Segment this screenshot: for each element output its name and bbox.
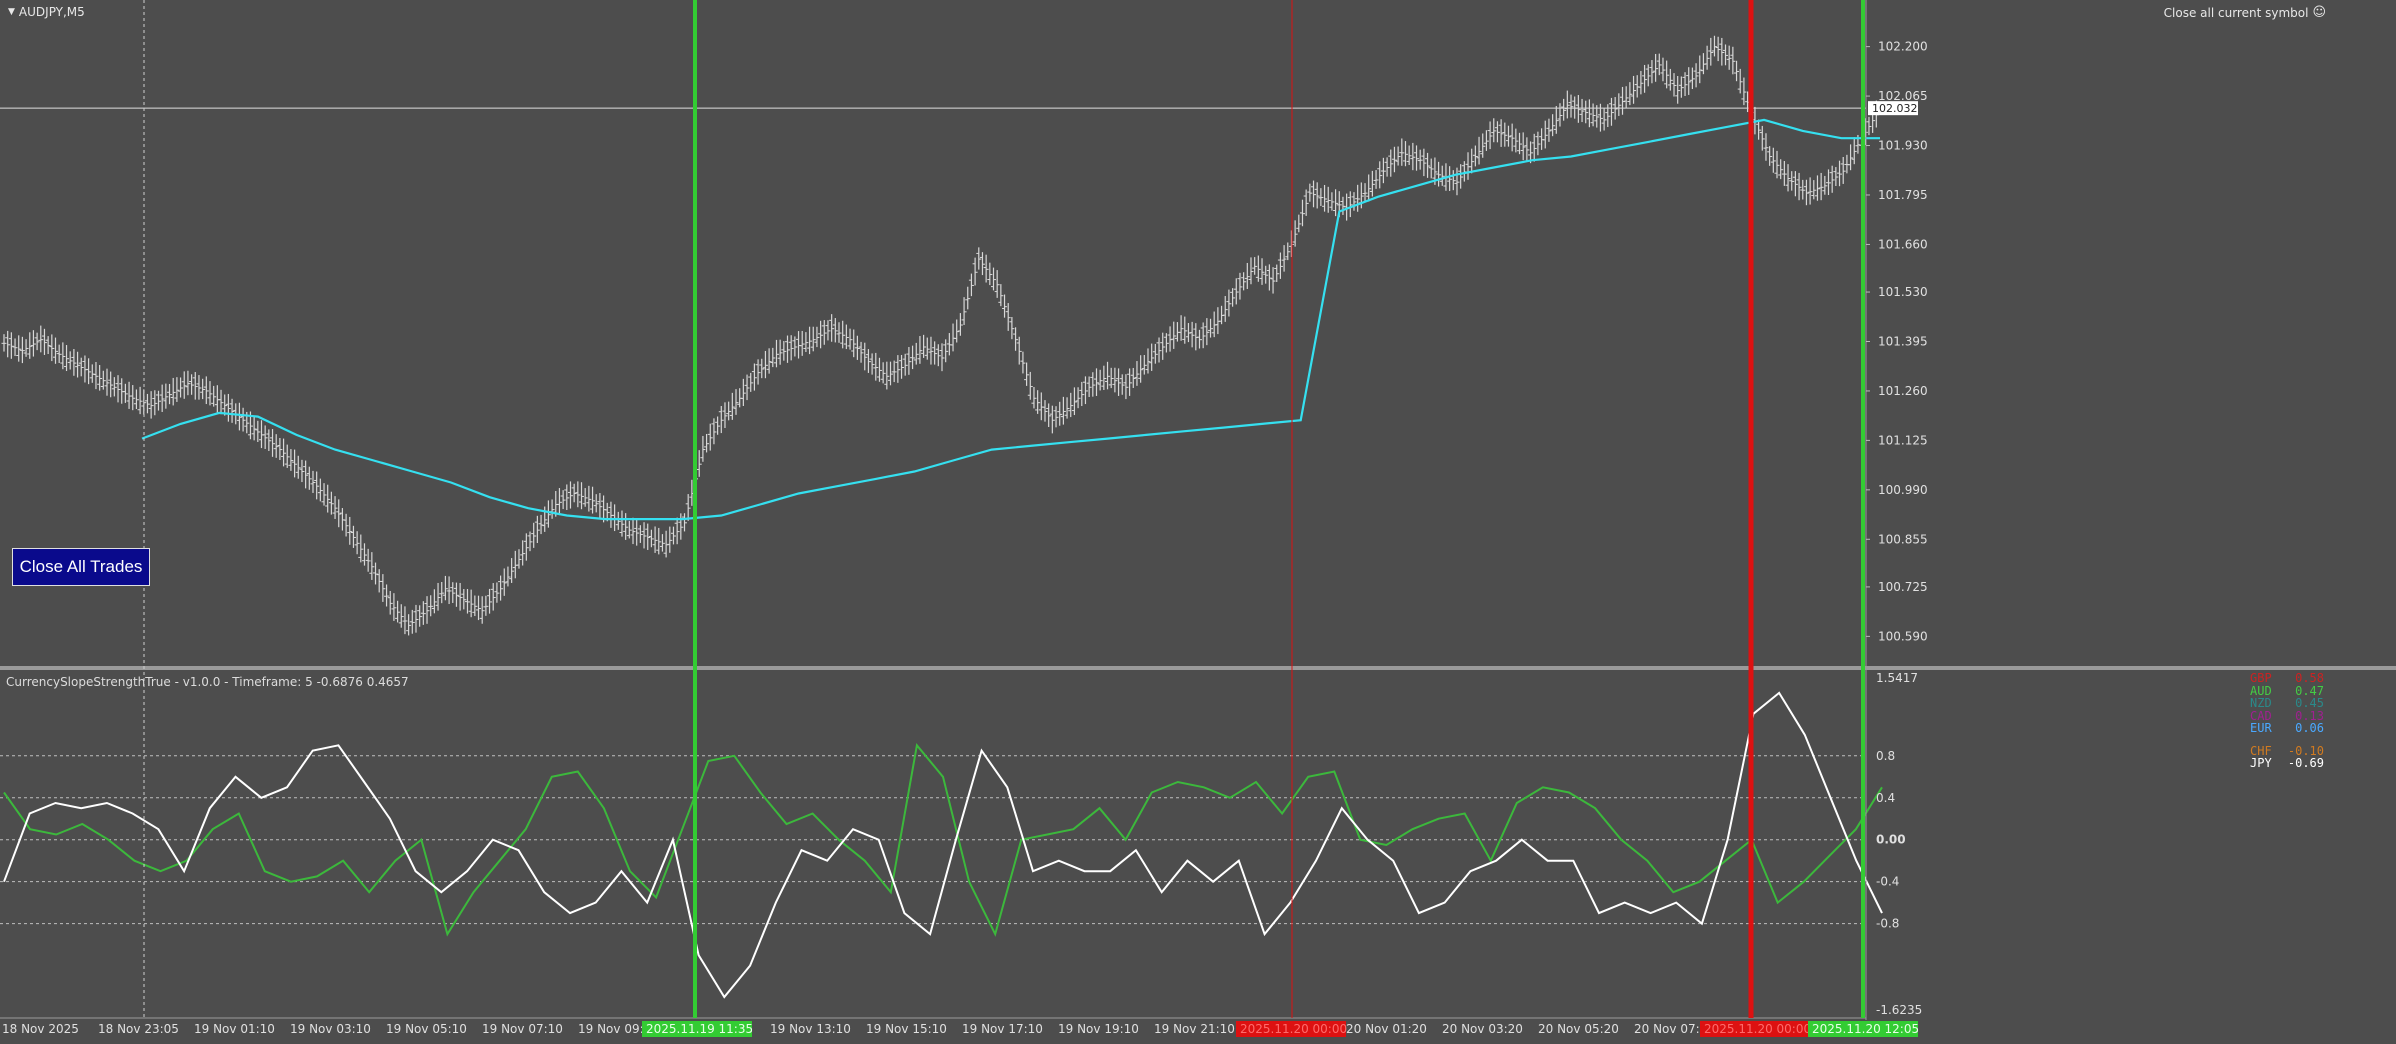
indicator-tick-label: 0.4 — [1876, 791, 1895, 805]
time-highlight-label: 2025.11.20 00:00 — [1704, 1022, 1811, 1036]
indicator-tick-label: -1.6235 — [1876, 1003, 1922, 1017]
time-highlight-label: 2025.11.20 12:05 — [1812, 1022, 1919, 1036]
price-tick-label: 101.125 — [1878, 433, 1928, 447]
legend-value: 0.58 — [2295, 671, 2324, 685]
chart-background — [0, 0, 2396, 1041]
time-tick-label: 19 Nov 05:10 — [386, 1022, 467, 1036]
price-tick-label: 101.795 — [1878, 188, 1928, 202]
time-tick-label: 20 Nov 01:20 — [1346, 1022, 1427, 1036]
legend-currency: GBP — [2250, 671, 2272, 685]
price-tick-label: 101.660 — [1878, 237, 1928, 251]
time-tick-label: 18 Nov 23:05 — [98, 1022, 179, 1036]
panel-separator — [0, 666, 2396, 670]
legend-currency: NZD — [2250, 696, 2272, 710]
price-tick-label: 101.930 — [1878, 139, 1928, 153]
legend-row-jpy: JPY -0.69 — [2250, 757, 2324, 770]
price-tick-label: 101.530 — [1878, 285, 1928, 299]
indicator-tick-label: 1.5417 — [1876, 671, 1918, 685]
symbol-title: ▼ AUDJPY,M5 — [8, 5, 85, 19]
close-all-trades-button[interactable]: Close All Trades — [12, 548, 150, 586]
price-tick-label: 100.590 — [1878, 629, 1928, 643]
indicator-tick-label: -0.8 — [1876, 917, 1899, 931]
indicator-tick-label: -0.4 — [1876, 875, 1899, 889]
time-highlight-label: 2025.11.20 00:00 — [1240, 1022, 1347, 1036]
time-tick-label: 19 Nov 21:10 — [1154, 1022, 1235, 1036]
legend-currency: EUR — [2250, 721, 2272, 735]
time-tick-label: 19 Nov 19:10 — [1058, 1022, 1139, 1036]
time-tick-label: 20 Nov 07: — [1634, 1022, 1700, 1036]
time-tick-label: 19 Nov 01:10 — [194, 1022, 275, 1036]
legend-value: 0.06 — [2295, 721, 2324, 735]
close-current-symbol[interactable]: Close all current symbol ☺ — [2164, 5, 2326, 20]
time-tick-label: 20 Nov 05:20 — [1538, 1022, 1619, 1036]
symbol-label: AUDJPY,M5 — [18, 5, 85, 19]
price-tick-label: 102.200 — [1878, 40, 1928, 54]
time-tick-label: 18 Nov 2025 — [2, 1022, 79, 1036]
chart-window[interactable]: 102.200 102.065 101.930 101.795 101.660 101.5… — [0, 0, 2396, 1041]
indicator-title: CurrencySlopeStrengthTrue - v1.0.0 - Tim… — [6, 675, 409, 689]
time-tick-label: 19 Nov 09: — [578, 1022, 644, 1036]
legend-row-eur: EUR 0.06 — [2250, 722, 2324, 735]
indicator-tick-label: 0.00 — [1876, 833, 1906, 847]
time-tick-label: 19 Nov 15:10 — [866, 1022, 947, 1036]
chevron-down-icon[interactable]: ▼ — [8, 7, 15, 17]
time-tick-label: 19 Nov 13:10 — [770, 1022, 851, 1036]
time-tick-label: 19 Nov 17:10 — [962, 1022, 1043, 1036]
price-tick-label: 100.855 — [1878, 532, 1928, 546]
legend-currency: JPY — [2250, 756, 2272, 770]
time-tick-label: 20 Nov 03:20 — [1442, 1022, 1523, 1036]
smiley-icon: ☺ — [2312, 5, 2326, 20]
legend-value: 0.45 — [2295, 696, 2324, 710]
price-tick-label: 101.260 — [1878, 384, 1928, 398]
legend-row-nzd: NZD 0.45 — [2250, 697, 2324, 710]
time-highlight-label: 2025.11.19 11:35 — [646, 1022, 753, 1036]
price-tick-label: 100.990 — [1878, 483, 1928, 497]
indicator-tick-label: 0.8 — [1876, 749, 1895, 763]
currency-strength-legend: GBP 0.58 AUD 0.47 NZD 0.45 CAD 0.13 EUR 0.06 CHF -0… — [2250, 672, 2324, 770]
price-tick-label: 102.065 — [1878, 89, 1928, 103]
time-tick-label: 19 Nov 03:10 — [290, 1022, 371, 1036]
current-price-label: 102.032 — [1872, 102, 1918, 115]
legend-value: -0.69 — [2287, 756, 2324, 770]
close-symbol-label: Close all current symbol — [2163, 5, 2309, 20]
price-tick-label: 101.395 — [1878, 334, 1928, 348]
price-tick-label: 100.725 — [1878, 580, 1928, 594]
legend-row-gbp: GBP 0.58 — [2250, 672, 2324, 685]
chart-canvas[interactable]: 102.200 102.065 101.930 101.795 101.660 101.5… — [0, 0, 2396, 1041]
time-tick-label: 19 Nov 07:10 — [482, 1022, 563, 1036]
